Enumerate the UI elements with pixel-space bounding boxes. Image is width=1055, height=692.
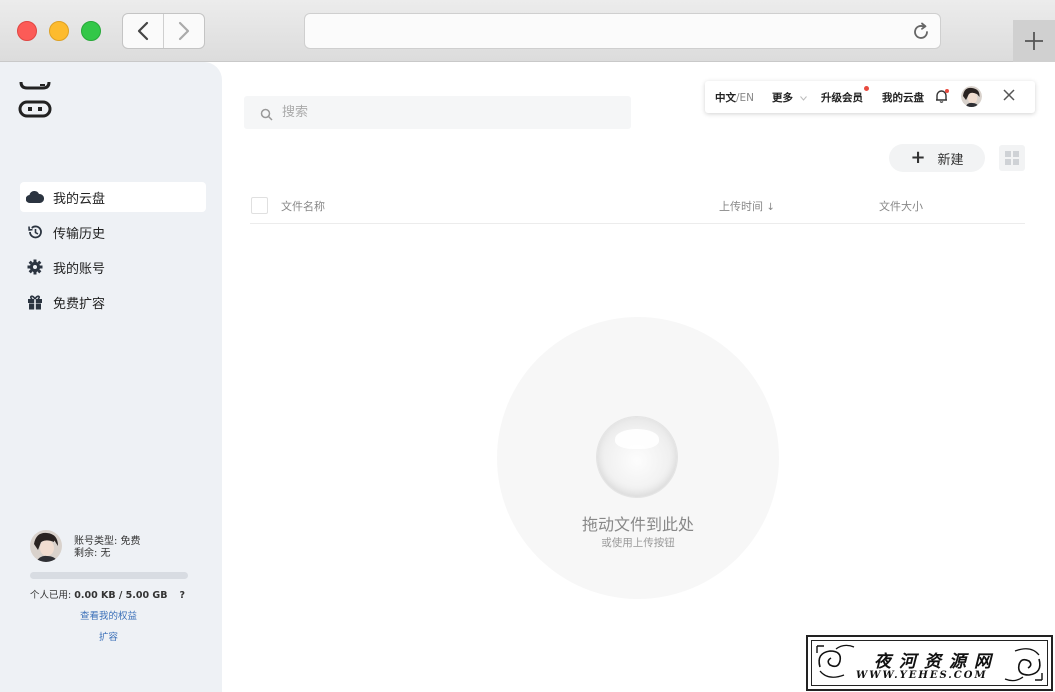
sidebar-item-label: 我的云盘 [53,191,106,207]
new-button-label: 新建 [937,152,964,168]
column-file-size[interactable]: 文件大小 [879,198,923,214]
close-menu-button[interactable] [1003,89,1015,104]
history-nav-group [122,13,205,49]
close-icon [1003,89,1015,101]
watermark-en: WWW.YEHES.COM [856,670,988,681]
watermark-cn: 夜河资源网 [874,652,999,672]
zoom-window-button[interactable] [81,21,101,41]
reload-button[interactable] [910,21,932,47]
usage-value: 0.00 KB / 5.00 GB [74,590,168,601]
plus-icon: + [910,147,926,168]
sidebar-item-my-cloud[interactable]: 我的云盘 [20,182,206,212]
address-bar[interactable] [304,13,941,49]
sidebar-item-transfer-history[interactable]: 传输历史 [20,217,206,247]
top-menu: 中文/EN 更多 升级会员 我的云盘 [705,81,1035,113]
my-cloud-link[interactable]: 我的云盘 [882,90,924,105]
storage-usage-bar [30,572,188,579]
gift-icon [26,293,44,311]
search-box [244,96,631,129]
sidebar: 我的云盘 传输历史 我的账号 免费扩容 账号类型: 免费 剩余: 无 个人已用:… [0,62,222,692]
search-icon [260,106,273,125]
account-type: 账号类型: 免费 [74,536,141,547]
account-info: 账号类型: 免费 剩余: 无 [74,536,141,560]
sidebar-item-label: 传输历史 [53,226,106,242]
empty-ball-icon [597,417,677,497]
browser-titlebar [0,0,1055,62]
ornament-right-icon [1004,648,1043,682]
upload-dropzone[interactable]: 拖动文件到此处 或使用上传按钮 [497,317,779,599]
sidebar-item-label: 免费扩容 [53,296,106,312]
sidebar-item-label: 我的账号 [53,261,106,277]
search-input[interactable] [282,96,612,129]
chevron-right-icon [178,21,190,41]
my-cloud-label: 我的云盘 [882,92,924,104]
avatar[interactable] [30,530,62,562]
grid-view-button[interactable] [999,145,1025,171]
account-remaining: 剩余: 无 [74,548,111,559]
column-file-name[interactable]: 文件名称 [281,198,325,214]
sidebar-item-my-account[interactable]: 我的账号 [20,252,206,282]
dropzone-subtitle: 或使用上传按钮 [601,537,675,549]
watermark-stamp: 夜河资源网 WWW.YEHES.COM [806,635,1053,691]
upgrade-link[interactable]: 升级会员 [821,90,863,105]
back-button[interactable] [123,14,163,48]
upgrade-label: 升级会员 [821,92,863,104]
app-logo [17,80,53,124]
user-avatar[interactable] [961,86,982,110]
avatar [961,86,982,107]
usage-prefix: 个人已用: [30,590,72,601]
language-switch[interactable]: 中文/EN [715,90,754,105]
gear-icon [26,258,44,276]
reload-icon [914,22,928,39]
chevron-left-icon [137,21,149,41]
column-upload-time-label: 上传时间 [719,200,763,213]
expand-link[interactable]: 扩容 [99,629,118,643]
ornament-left-icon [816,644,855,678]
lang-zh: 中文 [715,92,736,104]
close-window-button[interactable] [17,21,37,41]
sidebar-item-free-expand[interactable]: 免费扩容 [20,287,206,317]
plus-icon [1025,32,1043,50]
chevron-down-icon [799,96,807,101]
new-button[interactable]: + 新建 [889,144,985,172]
minimize-window-button[interactable] [49,21,69,41]
column-upload-time[interactable]: 上传时间 ↓ [719,198,775,214]
more-menu[interactable]: 更多 [772,90,807,105]
notification-badge [945,89,949,93]
more-label: 更多 [772,92,793,104]
usage-help[interactable]: ? [179,590,185,601]
history-icon [26,223,44,241]
storage-usage: 个人已用: 0.00 KB / 5.00 GB ? [30,587,185,601]
new-tab-button[interactable] [1013,20,1055,62]
file-table-header: 文件名称 上传时间 ↓ 文件大小 [250,190,1025,224]
view-rights-link[interactable]: 查看我的权益 [80,608,137,622]
lang-en: /EN [736,92,755,104]
sidebar-nav: 我的云盘 传输历史 我的账号 免费扩容 [20,182,206,322]
upgrade-badge [864,86,869,91]
cloud-icon [26,188,44,206]
dropzone-title: 拖动文件到此处 [581,515,694,534]
sort-arrow-icon: ↓ [766,202,775,213]
grid-icon [1005,151,1011,157]
select-all-checkbox[interactable] [251,197,268,214]
robot-logo-icon [18,81,52,118]
account-panel: 账号类型: 免费 剩余: 无 个人已用: 0.00 KB / 5.00 GB ?… [30,530,200,643]
forward-button[interactable] [163,14,204,48]
